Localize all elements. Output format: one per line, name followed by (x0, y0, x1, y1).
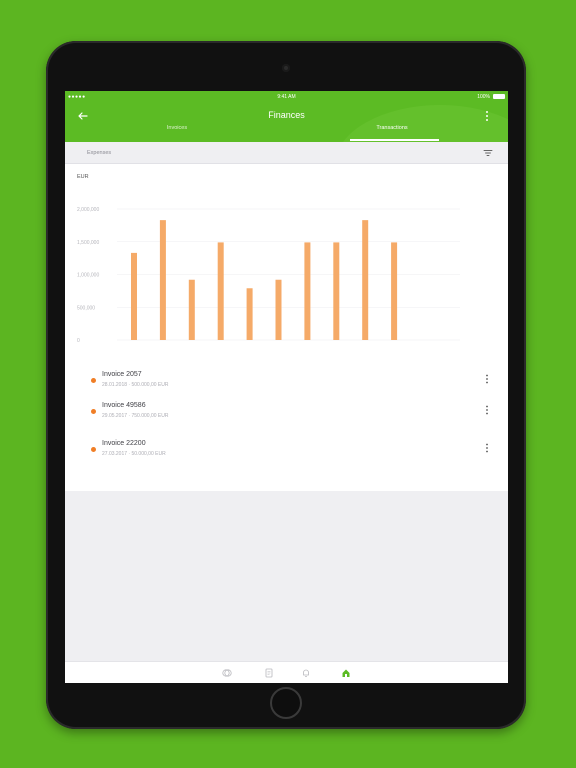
transaction-item[interactable]: Invoice 49586 29.05.2017 · 750.000,00 EU… (65, 397, 508, 425)
bottom-navigation (65, 661, 508, 683)
transaction-item[interactable]: Invoice 22200 27.03.2017 · 50.000,00 EUR (65, 435, 508, 463)
expenses-bar-chart: EUR 2,000,000 1,500,000 1,000,000 500,000 0 (77, 174, 460, 344)
chart-bar[interactable] (275, 279, 282, 340)
battery-icon (493, 94, 505, 99)
status-dot (91, 409, 96, 414)
y-axis-unit-label: EUR (77, 174, 89, 180)
app-screen: ●●●●● 9:41 AM 100% Finances Invoices Tra… (65, 91, 508, 683)
documents-icon[interactable] (264, 668, 274, 678)
transaction-amount: 50.000,00 EUR (131, 451, 166, 457)
finance-icon[interactable] (222, 668, 232, 678)
status-bar: ●●●●● 9:41 AM 100% (65, 91, 508, 102)
tab-invoices[interactable]: Invoices (132, 125, 222, 131)
y-tick-label: 0 (77, 338, 80, 344)
page-title: Finances (268, 110, 305, 120)
app-header: ●●●●● 9:41 AM 100% Finances Invoices Tra… (65, 91, 508, 142)
transaction-date: 29.05.2017 (102, 413, 128, 419)
home-icon[interactable] (341, 668, 351, 678)
chart-bar[interactable] (391, 242, 398, 340)
transaction-meta: 29.05.2017 · 750.000,00 EUR (102, 413, 169, 419)
chart-bar[interactable] (217, 242, 224, 340)
status-dot (91, 378, 96, 383)
transaction-meta: 28.01.2018 · 500.000,00 EUR (102, 382, 169, 388)
transaction-name: Invoice 2057 (102, 371, 142, 378)
filter-bar: Expenses (65, 142, 508, 164)
filter-icon[interactable] (483, 149, 493, 157)
chart-bar[interactable] (304, 242, 311, 340)
y-tick-label: 1,500,000 (77, 240, 99, 246)
transaction-amount: 500.000,00 EUR (131, 382, 169, 388)
item-more-icon[interactable] (485, 374, 489, 384)
more-options-icon[interactable] (484, 110, 490, 122)
bell-icon[interactable] (301, 668, 311, 678)
status-dot (91, 447, 96, 452)
transaction-date: 27.03.2017 (102, 451, 128, 457)
transaction-item[interactable]: Invoice 2057 28.01.2018 · 500.000,00 EUR (65, 366, 508, 394)
transactions-card: EUR 2,000,000 1,500,000 1,000,000 500,000 0 I… (65, 164, 508, 491)
chart-bar[interactable] (131, 252, 137, 340)
item-more-icon[interactable] (485, 443, 489, 453)
chart-bar[interactable] (246, 288, 253, 340)
chart-bar[interactable] (362, 220, 369, 340)
filter-label[interactable]: Expenses (87, 150, 111, 156)
tab-transactions[interactable]: Transactions (347, 125, 437, 131)
y-tick-label: 2,000,000 (77, 207, 99, 213)
transaction-meta: 27.03.2017 · 50.000,00 EUR (102, 451, 166, 457)
transaction-name: Invoice 49586 (102, 402, 146, 409)
item-more-icon[interactable] (485, 405, 489, 415)
chart-bar[interactable] (333, 242, 340, 340)
transaction-date: 28.01.2018 (102, 382, 128, 388)
y-tick-label: 500,000 (77, 305, 95, 311)
transaction-amount: 750.000,00 EUR (131, 413, 169, 419)
battery-percent: 100% (477, 94, 490, 100)
chart-bar[interactable] (159, 220, 166, 340)
chart-bar[interactable] (188, 279, 195, 340)
status-time: 9:41 AM (277, 94, 296, 100)
home-button[interactable] (270, 687, 302, 719)
active-tab-indicator (350, 139, 439, 141)
transaction-name: Invoice 22200 (102, 440, 146, 447)
y-tick-label: 1,000,000 (77, 273, 99, 279)
camera (282, 64, 290, 72)
